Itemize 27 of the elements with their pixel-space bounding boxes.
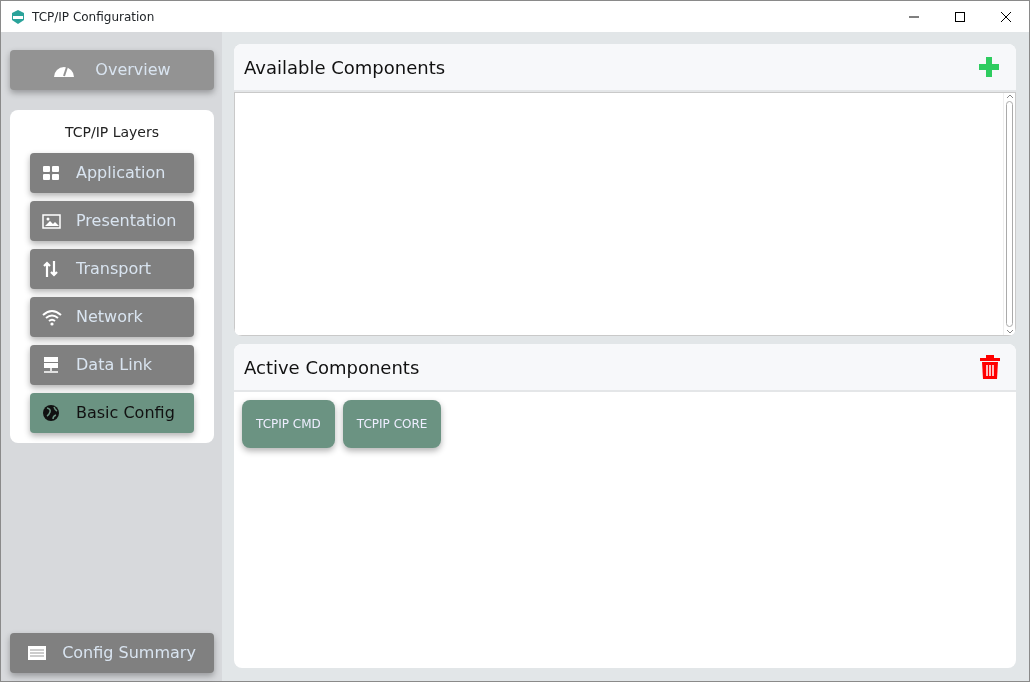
- maximize-icon: [955, 11, 965, 22]
- layer-button[interactable]: Network: [30, 297, 194, 337]
- grid-icon: [42, 164, 62, 182]
- image-icon: [42, 212, 62, 230]
- layer-button[interactable]: Transport: [30, 249, 194, 289]
- scroll-down-icon[interactable]: [1005, 329, 1014, 335]
- layers-title: TCP/IP Layers: [64, 123, 160, 142]
- panel-title: Available Components: [244, 55, 446, 80]
- scrollbar[interactable]: [1003, 93, 1015, 335]
- overview-button[interactable]: Overview: [10, 50, 214, 90]
- app-icon: [10, 8, 26, 25]
- trash-icon[interactable]: [980, 355, 1000, 379]
- component-button[interactable]: TCPIP CMD: [242, 400, 335, 448]
- layer-button[interactable]: Basic Config: [30, 393, 194, 433]
- list-icon: [28, 646, 47, 660]
- scroll-up-icon[interactable]: [1005, 93, 1014, 99]
- config-summary-button[interactable]: Config Summary: [10, 633, 214, 673]
- window-title: TCP/IP Configuration: [32, 8, 155, 26]
- panel-title: Active Components: [244, 355, 420, 380]
- component-button[interactable]: TCPIP CORE: [342, 400, 442, 448]
- add-icon[interactable]: [978, 56, 1000, 78]
- globe-icon: [42, 404, 62, 422]
- layer-button[interactable]: Data Link: [30, 345, 194, 385]
- layer-button[interactable]: Application: [30, 153, 194, 193]
- close-icon: [1001, 11, 1011, 22]
- wifi-icon: [42, 308, 62, 326]
- layer-button[interactable]: Presentation: [30, 201, 194, 241]
